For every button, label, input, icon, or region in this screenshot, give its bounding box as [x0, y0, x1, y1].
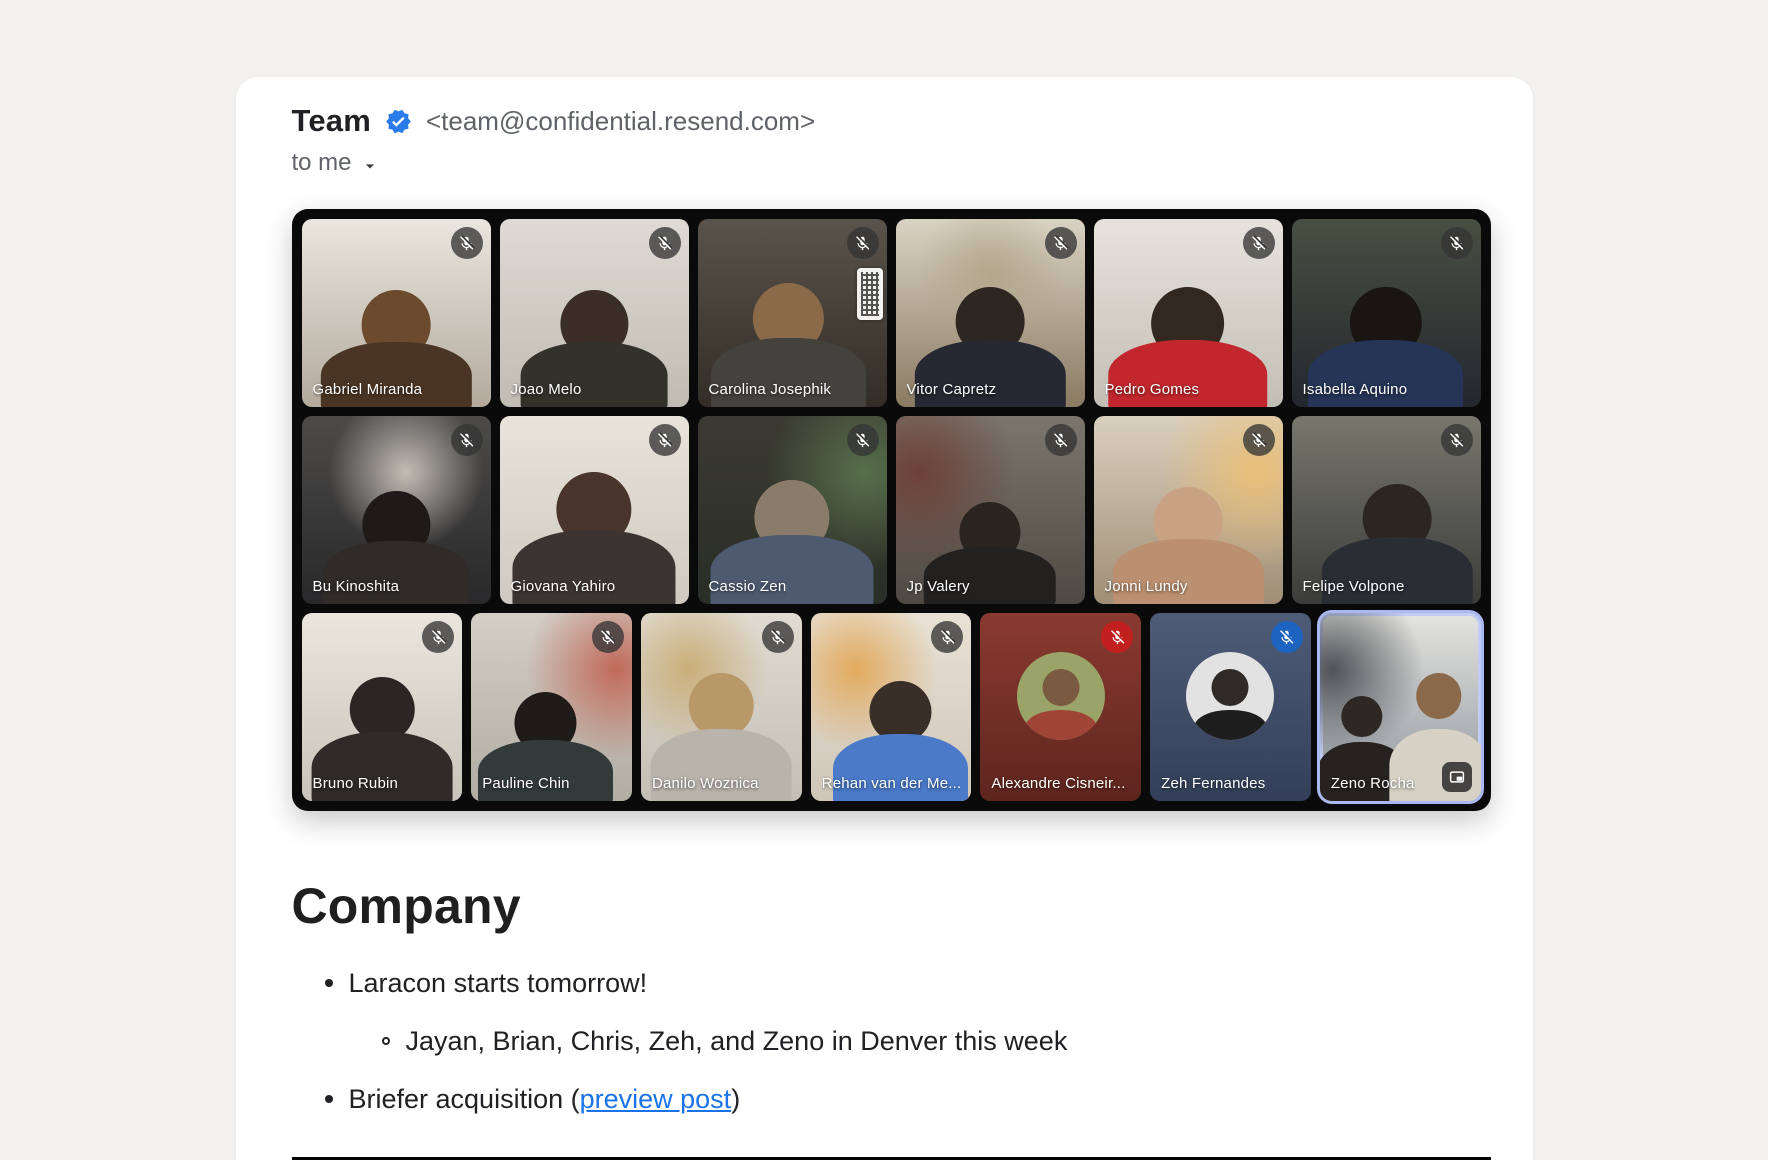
picture-in-picture-icon [1442, 762, 1472, 792]
mic-muted-icon [847, 424, 879, 456]
mic-muted-icon [649, 424, 681, 456]
participant-tile[interactable]: Zeno Rocha [1320, 613, 1481, 801]
bullet-briefer: Briefer acquisition (preview post) [292, 1081, 1491, 1117]
preview-post-link[interactable]: preview post [580, 1084, 732, 1114]
participant-tile[interactable]: Bu Kinoshita [302, 416, 491, 604]
mic-muted-icon [451, 424, 483, 456]
participant-tile[interactable]: Vitor Capretz [896, 219, 1085, 407]
participant-name: Rehan van der Me... [822, 775, 961, 792]
video-call-grid[interactable]: Gabriel Miranda Joao Melo Carolina Josep… [292, 209, 1491, 811]
participant-tile[interactable]: Zeh Fernandes [1150, 613, 1311, 801]
sender-name: Team [292, 103, 371, 139]
mic-muted-icon [1045, 424, 1077, 456]
participant-name: Carolina Josephik [709, 381, 832, 398]
recipient-label: to me [292, 149, 352, 177]
avatar-head [1212, 669, 1249, 706]
mic-muted-icon [1441, 227, 1473, 259]
avatar-torso [1025, 710, 1097, 740]
bullet-denver: Jayan, Brian, Chris, Zeh, and Zeno in De… [292, 1023, 1491, 1059]
bullet-marker [325, 979, 333, 987]
participant-tile[interactable]: Pedro Gomes [1094, 219, 1283, 407]
participant-name: Pedro Gomes [1105, 381, 1200, 398]
participant-tile[interactable]: Gabriel Miranda [302, 219, 491, 407]
section-heading: Company [292, 877, 1491, 935]
participant-name: Bu Kinoshita [313, 578, 400, 595]
mic-muted-icon [1101, 621, 1133, 653]
bullet-text: Jayan, Brian, Chris, Zeh, and Zeno in De… [406, 1023, 1068, 1059]
mic-muted-icon [592, 621, 624, 653]
mic-muted-icon [1243, 424, 1275, 456]
avatar [1186, 652, 1274, 740]
participant-tile[interactable]: Jp Valery [896, 416, 1085, 604]
participant-name: Pauline Chin [482, 775, 569, 792]
participant-tile[interactable]: Carolina Josephik [698, 219, 887, 407]
participant-name: Alexandre Cisneir... [991, 775, 1125, 792]
mic-muted-icon [1441, 424, 1473, 456]
chevron-down-icon [360, 155, 380, 175]
email-header: Team <team@confidential.resend.com> [292, 103, 1491, 139]
participant-tile[interactable]: Pauline Chin [471, 613, 632, 801]
participant-tile[interactable]: Bruno Rubin [302, 613, 463, 801]
mic-muted-icon [451, 227, 483, 259]
participant-name: Isabella Aquino [1303, 381, 1408, 398]
email-card: Team <team@confidential.resend.com> to m… [236, 77, 1533, 1160]
participant-tile[interactable]: Jonni Lundy [1094, 416, 1283, 604]
qr-code [857, 268, 883, 320]
participant-tile[interactable]: Felipe Volpone [1292, 416, 1481, 604]
bullet-text: Laracon starts tomorrow! [349, 965, 648, 1001]
participant-name: Jp Valery [907, 578, 970, 595]
mic-muted-icon [847, 227, 879, 259]
grid-row: Bruno Rubin Pauline Chin Danilo Woznica … [302, 613, 1481, 801]
participant-name: Jonni Lundy [1105, 578, 1188, 595]
bullet-marker [325, 1095, 333, 1103]
participant-tile[interactable]: Isabella Aquino [1292, 219, 1481, 407]
bullet-list: Laracon starts tomorrow! Jayan, Brian, C… [292, 965, 1491, 1117]
participant-name: Joao Melo [511, 381, 582, 398]
bullet-text: Briefer acquisition (preview post) [349, 1081, 741, 1117]
participant-name: Zeh Fernandes [1161, 775, 1265, 792]
mic-muted-icon [762, 621, 794, 653]
grid-row: Bu Kinoshita Giovana Yahiro Cassio Zen J… [302, 416, 1481, 604]
participant-tile[interactable]: Joao Melo [500, 219, 689, 407]
avatar [1017, 652, 1105, 740]
participant-tile[interactable]: Giovana Yahiro [500, 416, 689, 604]
bullet-laracon: Laracon starts tomorrow! [292, 965, 1491, 1001]
mic-muted-icon [1271, 621, 1303, 653]
participant-tile[interactable]: Danilo Woznica [641, 613, 802, 801]
mic-muted-icon [1243, 227, 1275, 259]
mic-muted-icon [422, 621, 454, 653]
bullet-marker-circle [382, 1037, 390, 1045]
mic-muted-icon [1045, 227, 1077, 259]
participant-tile[interactable]: Cassio Zen [698, 416, 887, 604]
participant-name: Gabriel Miranda [313, 381, 423, 398]
mic-muted-icon [649, 227, 681, 259]
avatar-torso [1194, 710, 1266, 740]
avatar-head [1042, 669, 1079, 706]
participant-tile[interactable]: Rehan van der Me... [811, 613, 972, 801]
participant-name: Bruno Rubin [313, 775, 399, 792]
sender-email: <team@confidential.resend.com> [426, 106, 815, 137]
participant-name: Vitor Capretz [907, 381, 997, 398]
participant-name: Felipe Volpone [1303, 578, 1405, 595]
verified-badge-icon [385, 108, 412, 135]
participant-name: Danilo Woznica [652, 775, 759, 792]
participant-name: Cassio Zen [709, 578, 787, 595]
grid-row: Gabriel Miranda Joao Melo Carolina Josep… [302, 219, 1481, 407]
recipient-dropdown[interactable]: to me [292, 149, 380, 177]
participant-name: Giovana Yahiro [511, 578, 616, 595]
participant-name: Zeno Rocha [1331, 775, 1415, 792]
participant-tile[interactable]: Alexandre Cisneir... [980, 613, 1141, 801]
